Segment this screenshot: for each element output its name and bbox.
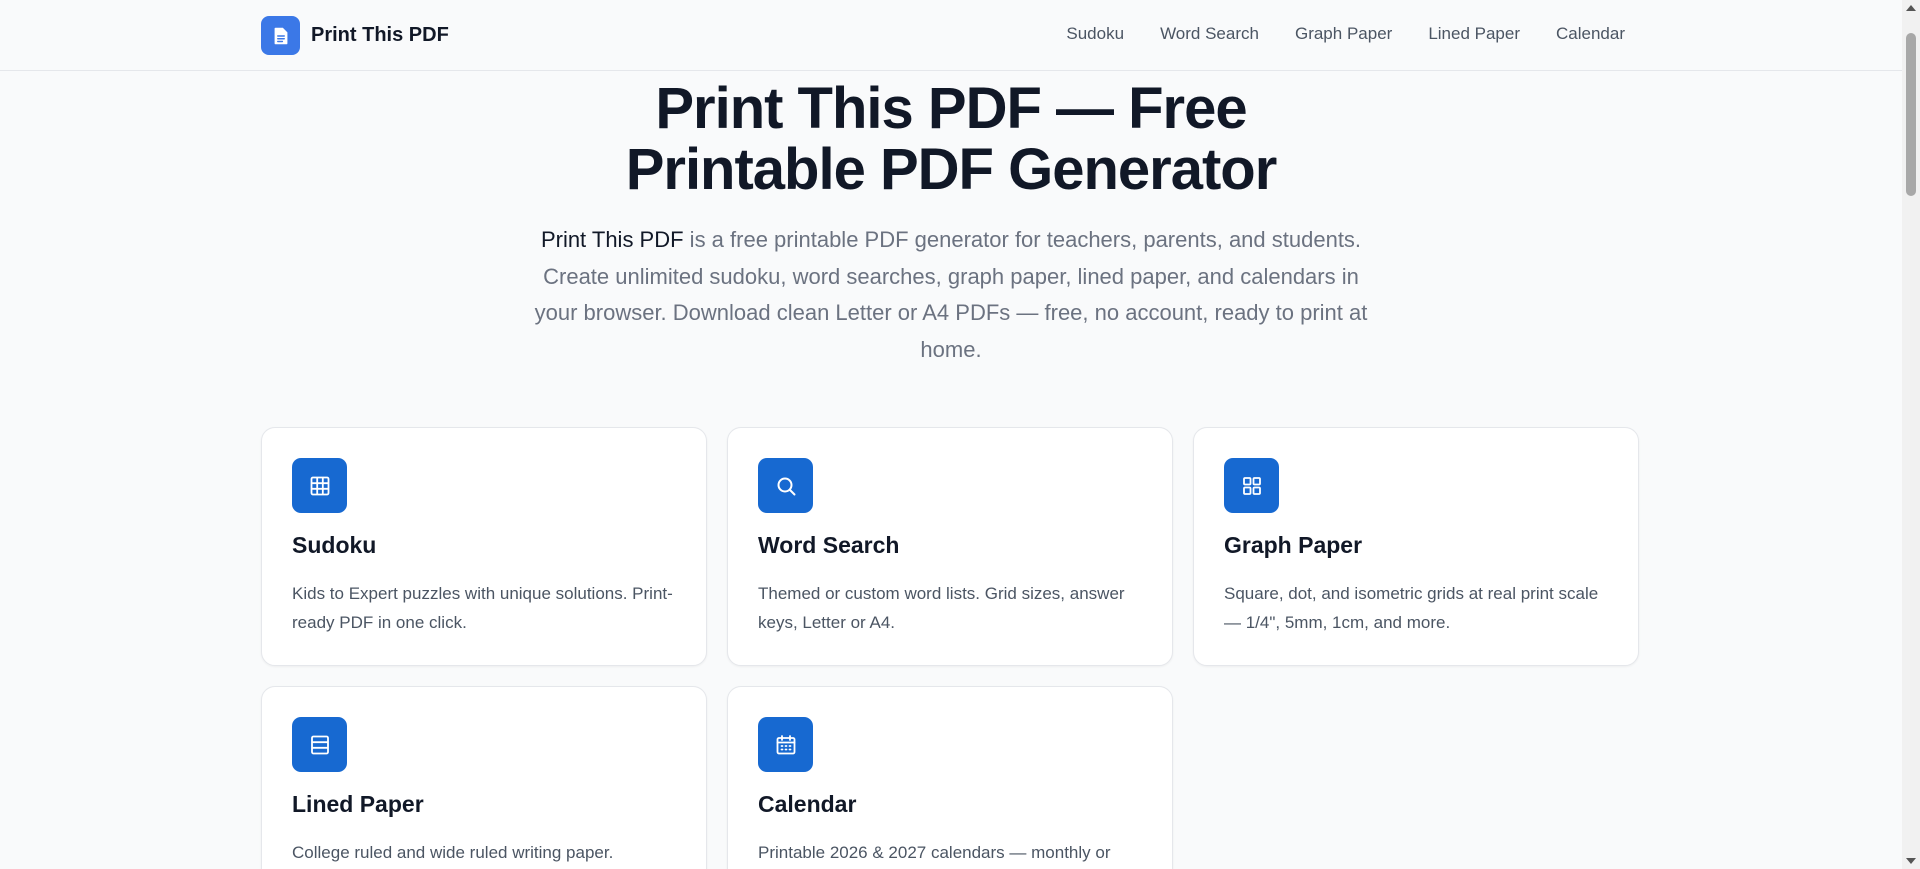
- nav-link-sudoku[interactable]: Sudoku: [1066, 24, 1124, 44]
- card-description: College ruled and wide ruled writing pap…: [292, 843, 614, 862]
- page-title: Print This PDF — Free Printable PDF Gene…: [0, 78, 1902, 200]
- calendar-icon: [758, 717, 813, 772]
- brand-name: Print This PDF: [311, 24, 449, 46]
- grid-icon: [292, 458, 347, 513]
- card-title: Calendar: [758, 791, 857, 817]
- hero-subtitle-brand: Print This PDF: [540, 227, 684, 252]
- search-icon: [758, 458, 813, 513]
- card-calendar[interactable]: Calendar Printable 2026 & 2027 calendars…: [727, 686, 1173, 869]
- page-title-line-1: Print This PDF — Free: [655, 76, 1247, 141]
- card-title: Sudoku: [292, 532, 377, 558]
- page-title-line-2: Printable PDF Generator: [625, 137, 1278, 202]
- document-icon: [261, 16, 300, 55]
- nav-link-graph-paper[interactable]: Graph Paper: [1295, 24, 1392, 44]
- card-title: Lined Paper: [292, 791, 424, 817]
- card-title: Word Search: [758, 532, 900, 558]
- lines-icon: [292, 717, 347, 772]
- card-title: Graph Paper: [1224, 532, 1363, 558]
- four-squares-icon: [1224, 458, 1279, 513]
- nav-link-lined-paper[interactable]: Lined Paper: [1428, 24, 1520, 44]
- nav-link-calendar[interactable]: Calendar: [1556, 24, 1625, 44]
- card-lined-paper[interactable]: Lined Paper College ruled and wide ruled…: [261, 686, 707, 869]
- scroll-up-arrow-icon[interactable]: [1906, 5, 1916, 11]
- card-description: Square, dot, and isometric grids at real…: [1224, 584, 1599, 632]
- card-word-search[interactable]: Word Search Themed or custom word lists.…: [727, 427, 1173, 666]
- vertical-scrollbar[interactable]: [1902, 0, 1920, 869]
- card-description: Kids to Expert puzzles with unique solut…: [292, 584, 673, 632]
- card-description: Themed or custom word lists. Grid sizes,…: [758, 584, 1125, 632]
- scroll-down-arrow-icon[interactable]: [1906, 858, 1916, 864]
- brand-logo-link[interactable]: Print This PDF: [261, 16, 449, 55]
- card-graph-paper[interactable]: Graph Paper Square, dot, and isometric g…: [1193, 427, 1639, 666]
- nav-link-word-search[interactable]: Word Search: [1160, 24, 1259, 44]
- card-description: Printable 2026 & 2027 calendars — monthl…: [758, 843, 1111, 862]
- scroll-thumb[interactable]: [1906, 33, 1916, 196]
- main-nav: Sudoku Word Search Graph Paper Lined Pap…: [1066, 24, 1625, 44]
- page: Print This PDF Sudoku Word Search Graph …: [0, 0, 1920, 869]
- hero-subtitle: Print This PDF is a free printable PDF g…: [531, 222, 1371, 368]
- site-header: Print This PDF Sudoku Word Search Graph …: [0, 0, 1902, 71]
- card-sudoku[interactable]: Sudoku Kids to Expert puzzles with uniqu…: [261, 427, 707, 666]
